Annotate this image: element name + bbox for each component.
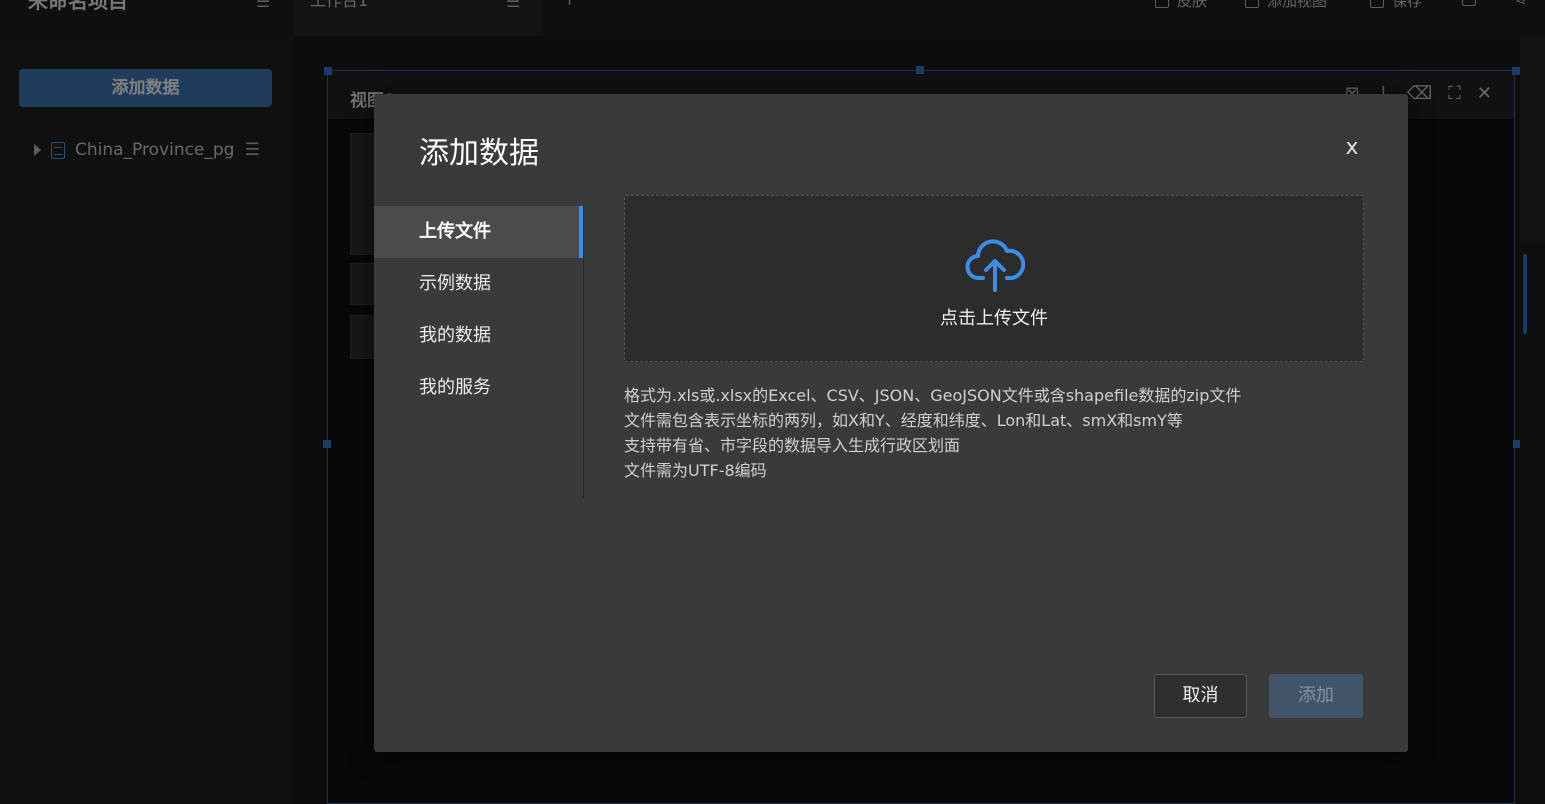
cancel-button[interactable]: 取消 [1154, 674, 1247, 718]
nav-my-data[interactable]: 我的数据 [374, 310, 580, 362]
cloud-upload-icon [965, 239, 1025, 292]
hint-line: 格式为.xls或.xlsx的Excel、CSV、JSON、GeoJSON文件或含… [624, 386, 1242, 405]
nav-my-services[interactable]: 我的服务 [374, 362, 580, 414]
add-data-dialog: 添加数据 x 上传文件 示例数据 我的数据 我的服务 点击上传文件 格式为.xl… [374, 94, 1408, 752]
close-button[interactable]: x [1343, 134, 1361, 162]
upload-prompt: 点击上传文件 [940, 308, 1048, 329]
upload-dropzone[interactable]: 点击上传文件 [624, 195, 1364, 362]
add-button[interactable]: 添加 [1269, 674, 1363, 718]
hint-line: 支持带有省、市字段的数据导入生成行政区划面 [624, 436, 961, 455]
hint-line: 文件需为UTF-8编码 [624, 461, 767, 480]
dialog-nav: 上传文件 示例数据 我的数据 我的服务 [374, 206, 584, 498]
dialog-title: 添加数据 [419, 136, 539, 171]
upload-hints: 格式为.xls或.xlsx的Excel、CSV、JSON、GeoJSON文件或含… [624, 383, 1364, 483]
nav-upload-file[interactable]: 上传文件 [374, 206, 583, 258]
nav-sample-data[interactable]: 示例数据 [374, 258, 580, 310]
hint-line: 文件需包含表示坐标的两列，如X和Y、经度和纬度、Lon和Lat、smX和smY等 [624, 411, 1183, 430]
